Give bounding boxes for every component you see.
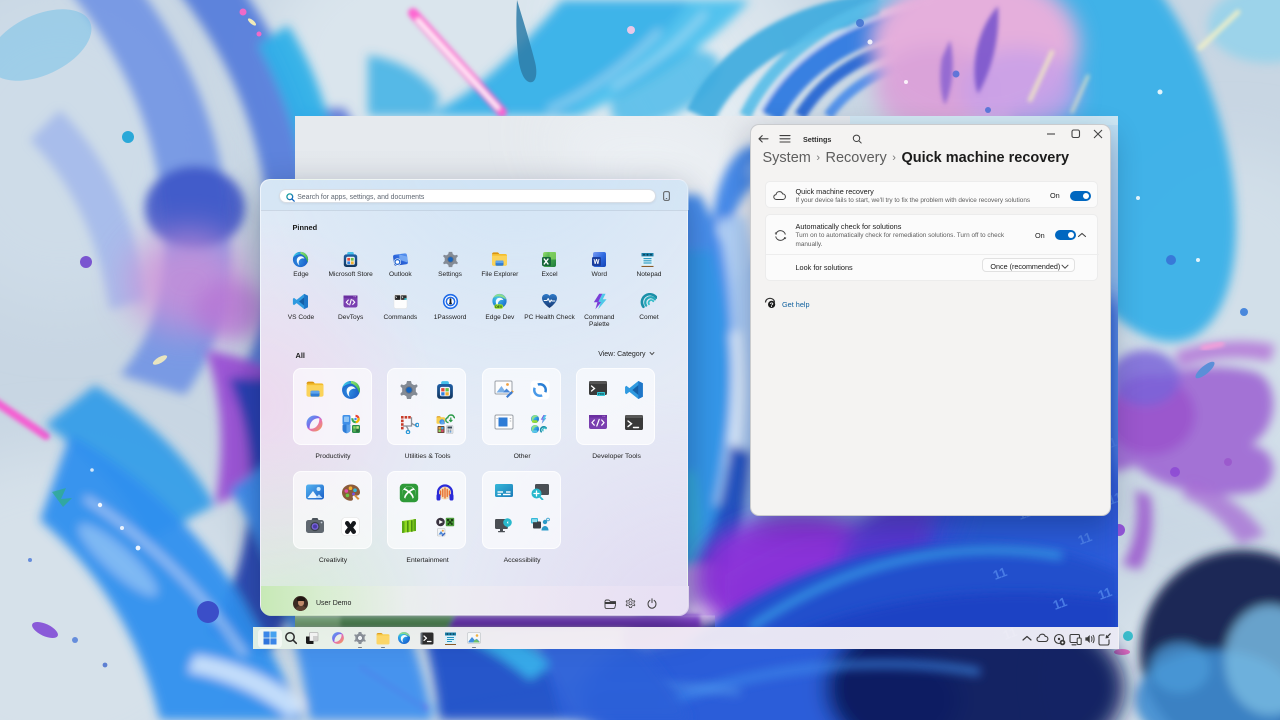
svg-text:?: ? (770, 302, 774, 309)
svg-text:Settings: Settings (803, 135, 831, 144)
svg-text:PRO: PRO (598, 392, 605, 396)
svg-text:DEV: DEV (496, 305, 504, 309)
